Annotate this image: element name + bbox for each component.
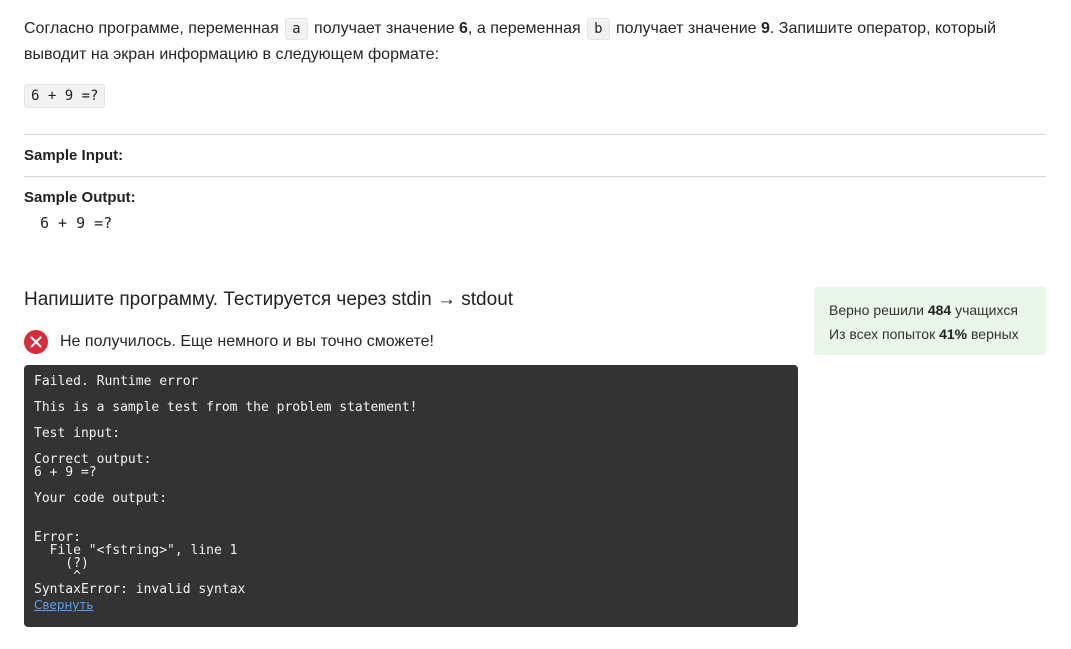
collapse-link[interactable]: Свернуть xyxy=(34,599,93,612)
statement-text: Согласно программе, переменная a получае… xyxy=(24,18,997,63)
test-output-console: Failed. Runtime error This is a sample t… xyxy=(24,365,798,627)
solved-count: 484 xyxy=(927,302,952,318)
divider xyxy=(24,134,1046,135)
value-b: 9 xyxy=(761,20,770,37)
value-a: 6 xyxy=(459,20,468,37)
sample-output-value: 6 + 9 =? xyxy=(40,214,113,232)
stats-panel: Верно решили 484 учащихся Из всех попыто… xyxy=(814,287,1046,355)
variable-b-code: b xyxy=(587,18,610,40)
result-message: Не получилось. Еще немного и вы точно см… xyxy=(60,333,434,350)
success-rate-stat: Из всех попыток 41% верных xyxy=(829,326,1019,342)
sample-input-label: Sample Input: xyxy=(24,147,124,164)
divider xyxy=(24,176,1046,177)
success-rate: 41% xyxy=(939,326,968,342)
task-heading: Напишите программу. Тестируется через st… xyxy=(24,289,514,310)
console-output: Failed. Runtime error This is a sample t… xyxy=(34,374,418,597)
solved-stat: Верно решили 484 учащихся xyxy=(829,302,1018,318)
sample-output-label: Sample Output: xyxy=(24,189,136,206)
result-status: Не получилось. Еще немного и вы точно см… xyxy=(24,330,434,354)
format-example-code: 6 + 9 =? xyxy=(24,84,106,108)
problem-statement: Согласно программе, переменная a получае… xyxy=(24,16,1034,68)
variable-a-code: a xyxy=(285,18,308,40)
close-circle-icon xyxy=(24,330,48,354)
